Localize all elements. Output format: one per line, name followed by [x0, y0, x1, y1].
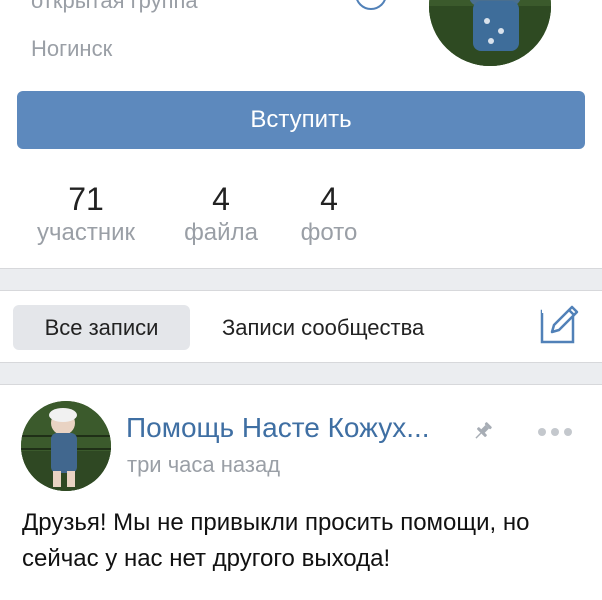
counter-value: 71 — [68, 181, 104, 217]
post-timestamp: три часа назад — [127, 452, 281, 477]
join-button[interactable]: Вступить — [17, 91, 585, 149]
counter-value: 4 — [212, 181, 230, 217]
post-author-avatar[interactable] — [21, 401, 111, 491]
pin-icon — [472, 420, 494, 442]
counter-label: файла — [184, 219, 258, 246]
divider — [0, 290, 602, 291]
tab-community-posts[interactable]: Записи сообщества — [222, 305, 424, 350]
section-gap — [0, 269, 602, 290]
counter-members[interactable]: 71 участник — [28, 180, 144, 248]
group-avatar[interactable] — [429, 0, 551, 66]
info-icon[interactable] — [355, 0, 387, 10]
tab-all-posts[interactable]: Все записи — [13, 305, 190, 350]
group-avatar-image — [429, 0, 551, 66]
group-type-label: открытая группа — [31, 0, 198, 13]
counter-value: 4 — [320, 181, 338, 217]
post-author-name[interactable]: Помощь Насте Кожух... — [126, 412, 430, 444]
counter-photos[interactable]: 4 фото — [294, 180, 364, 248]
group-city-label: Ногинск — [31, 36, 113, 61]
more-dots-icon[interactable] — [537, 425, 573, 437]
divider — [0, 384, 602, 385]
edit-post-icon[interactable] — [540, 303, 580, 345]
post-avatar-image — [21, 401, 111, 491]
section-gap — [0, 363, 602, 384]
post-text: Друзья! Мы не привыкли просить помощи, н… — [22, 509, 530, 572]
counter-label: участник — [36, 219, 135, 246]
counter-files[interactable]: 4 файла — [176, 180, 266, 248]
counter-label: фото — [300, 219, 358, 246]
